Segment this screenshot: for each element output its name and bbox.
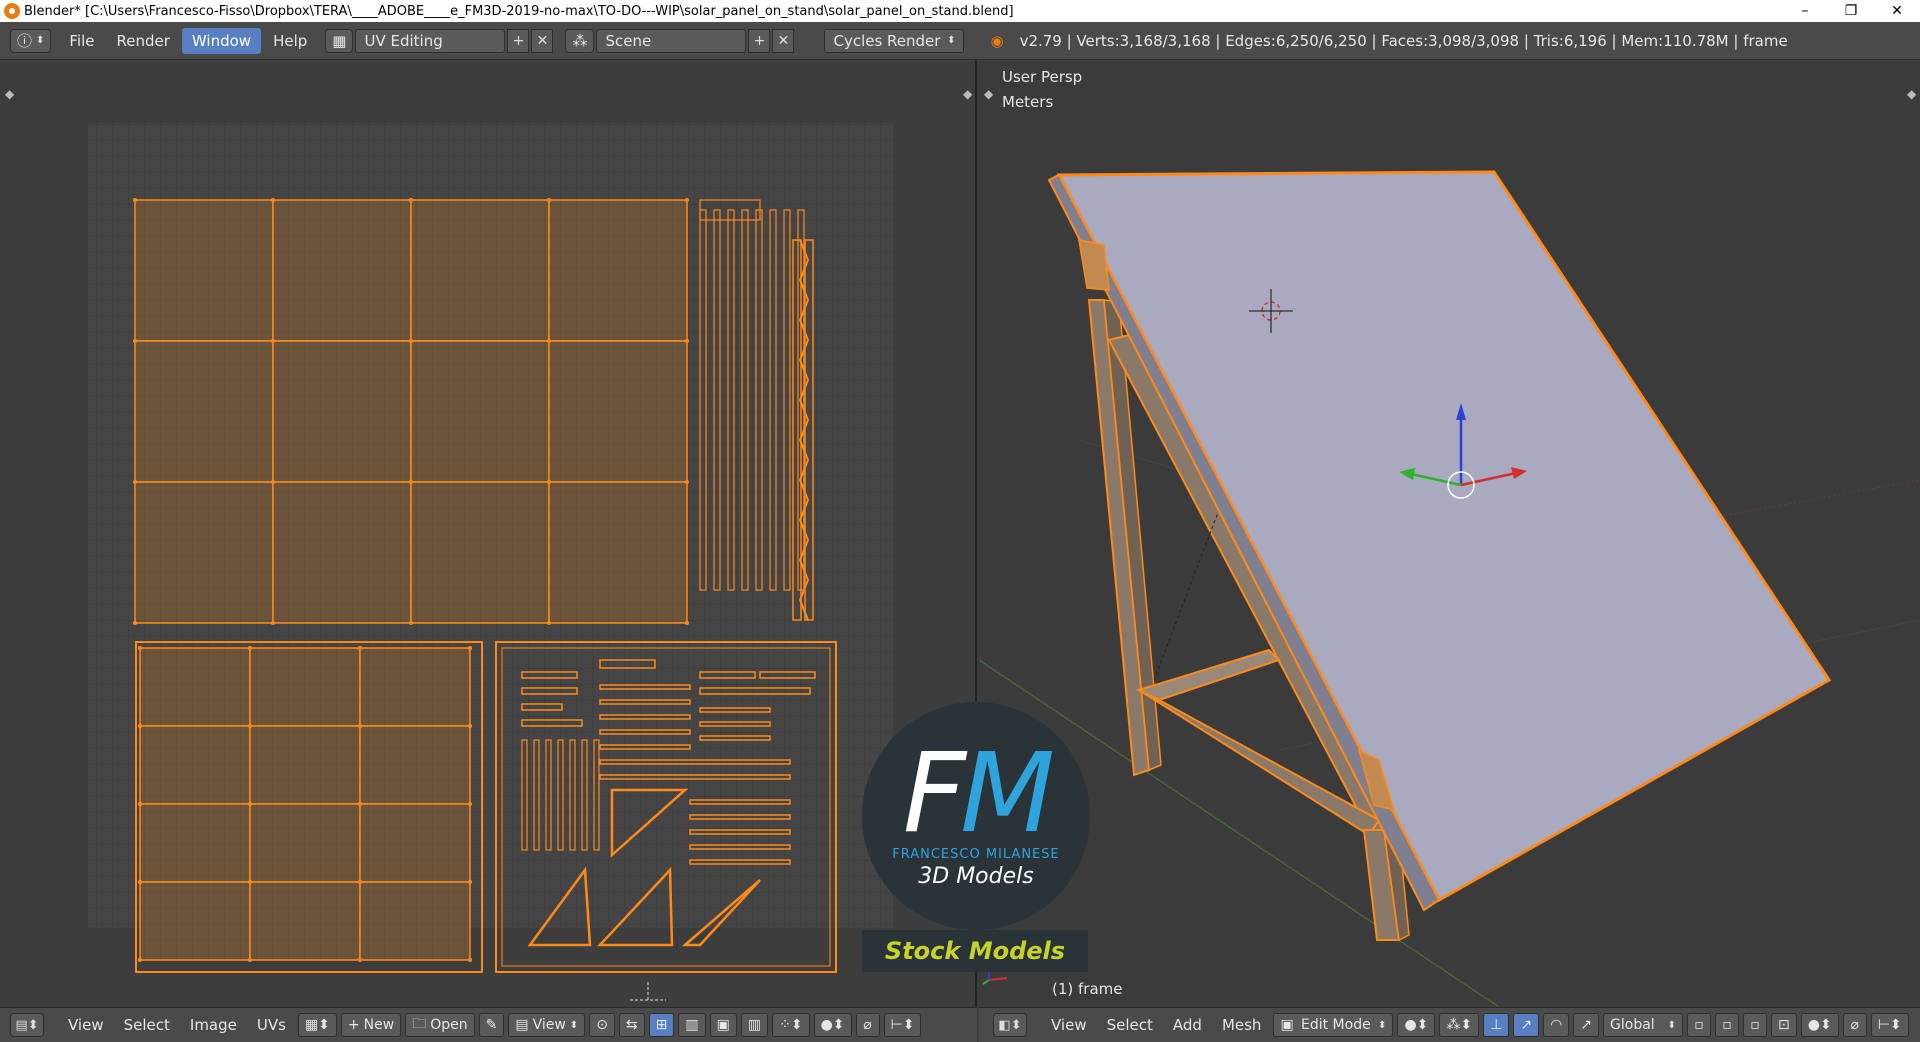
sticky-mode-icon[interactable]: ⁘⬍ (772, 1013, 810, 1037)
view-units-label: Meters (1002, 93, 1054, 111)
image-browse-icon[interactable]: ▦⬍ (297, 1013, 337, 1037)
panel-corner-icon[interactable]: ◆ (984, 87, 994, 101)
info-icon: ⓘ (17, 32, 33, 50)
window-titlebar: Blender* [C:\Users\Francesco-Fisso\Dropb… (0, 0, 1920, 22)
remove-scene-icon[interactable]: ✕ (772, 28, 795, 53)
mode-select[interactable]: ▣ Edit Mode ⬍ (1273, 1013, 1394, 1037)
view3d-menu-mesh[interactable]: Mesh (1214, 1012, 1270, 1038)
uv-menu-view[interactable]: View (60, 1012, 112, 1038)
edge-select-mode-icon[interactable]: ▫ (1715, 1013, 1740, 1037)
snap-element-icon[interactable]: ⊢⬍ (883, 1013, 922, 1037)
scene-field[interactable]: Scene (596, 28, 747, 53)
pivot-icon[interactable]: ⊙ (589, 1013, 615, 1037)
view-mode-label: View (532, 1017, 566, 1033)
view3d-menu-select[interactable]: Select (1099, 1012, 1161, 1038)
translate-manipulator-icon[interactable]: ↗ (1513, 1013, 1540, 1037)
layout-field[interactable]: UV Editing (355, 28, 506, 53)
face-select-icon[interactable]: ▣ (709, 1013, 737, 1037)
fm-watermark-logo: FM FRANCESCO MILANESE 3D Models (862, 702, 1090, 930)
fm-author-name: FRANCESCO MILANESE (892, 847, 1060, 862)
island-select-icon[interactable]: ▥ (740, 1013, 769, 1037)
panel-corner-icon-right[interactable]: ◆ (1907, 87, 1917, 101)
viewport-canvas[interactable]: ◆ ◆ (979, 60, 1920, 1007)
uv-editor-header: ▤⬍ View Select Image UVs ▦⬍ + New 🗀 Open ✎… (0, 1007, 977, 1042)
edit-mode-icon: ▣ (1280, 1017, 1294, 1033)
folder-icon: 🗀 (412, 1016, 427, 1032)
vertex-select-icon[interactable]: ⊞ (648, 1013, 675, 1037)
snap-toggle-icon[interactable]: ⌀ (1842, 1013, 1867, 1037)
render-engine-select[interactable]: Cycles Render ⬍ (824, 28, 965, 53)
orientation-select[interactable]: Global ⬍ (1603, 1013, 1684, 1037)
fm-monogram: FM (902, 729, 1055, 857)
menu-render[interactable]: Render (107, 28, 180, 54)
uv-view-select[interactable]: ▤ View ⬍ (508, 1013, 586, 1037)
pin-icon[interactable]: ✎ (478, 1013, 505, 1037)
open-label: Open (430, 1017, 468, 1033)
window-title: Blender* [C:\Users\Francesco-Fisso\Dropb… (24, 3, 1014, 19)
panel-corner-icon-right[interactable]: ◆ (963, 87, 973, 101)
view-persp-label: User Persp (1002, 68, 1083, 86)
blender-logo-icon (4, 3, 20, 19)
uv-canvas[interactable]: ◆ ◆ (0, 60, 977, 1007)
menu-window[interactable]: Window (181, 27, 262, 54)
shading-icon[interactable]: ●⬍ (1397, 1013, 1436, 1037)
uv-editor-type-icon[interactable]: ▤⬍ (10, 1013, 44, 1037)
pivot-point-icon[interactable]: ⁂⬍ (1439, 1013, 1480, 1037)
menu-help[interactable]: Help (263, 28, 317, 54)
edge-select-icon[interactable]: ▥ (678, 1013, 706, 1037)
active-object-label: (1) frame (1052, 980, 1123, 998)
view3d-menu-view[interactable]: View (1043, 1012, 1095, 1038)
minimize-button[interactable]: – (1782, 0, 1828, 22)
proportional-icon[interactable]: ●⬍ (1800, 1013, 1839, 1037)
uv-menu-select[interactable]: Select (116, 1012, 178, 1038)
solar-panel-mesh[interactable] (1047, 170, 1832, 912)
menu-file[interactable]: File (59, 28, 104, 54)
uv-menu-uvs[interactable]: UVs (249, 1012, 294, 1038)
snap-icon[interactable]: ⌀ (855, 1013, 880, 1037)
new-image-button[interactable]: + New (340, 1013, 402, 1037)
editor-type-selector[interactable]: ⓘ ⬍ (10, 28, 52, 53)
panel-corner-icon[interactable]: ◆ (5, 87, 15, 101)
scene-type-icon[interactable]: ⁂ (565, 28, 595, 53)
render-engine-label: Cycles Render (833, 31, 941, 50)
layout-type-icon[interactable]: ▦ (325, 28, 354, 53)
updown-arrows-icon: ⬍ (36, 35, 45, 46)
rotate-manipulator-icon[interactable]: ◠ (1543, 1013, 1570, 1037)
open-image-button[interactable]: 🗀 Open (405, 1013, 475, 1037)
mode-label: Edit Mode (1301, 1017, 1371, 1033)
face-select-mode-icon[interactable]: ▫ (1743, 1013, 1768, 1037)
uv-menu-image[interactable]: Image (182, 1012, 245, 1038)
sync-selection-icon[interactable]: ⇆ (618, 1013, 645, 1037)
new-label: New (363, 1017, 395, 1033)
restore-button[interactable]: ❐ (1828, 0, 1874, 22)
add-scene-icon[interactable]: + (748, 28, 771, 53)
scale-manipulator-icon[interactable]: ↗ (1573, 1013, 1600, 1037)
scene-stats: v2.79 | Verts:3,168/3,168 | Edges:6,250/… (1019, 31, 1788, 50)
vertex-select-mode-icon[interactable]: ▫ (1687, 1013, 1712, 1037)
3d-viewport[interactable]: ◆ ◆ User Persp Meters (1) frame (979, 60, 1920, 1007)
2d-cursor-icon (630, 982, 666, 1001)
stock-models-banner: Stock Models (862, 930, 1088, 972)
fm-tagline: 3D Models (918, 864, 1034, 889)
view3d-header: ◧⬍ View Select Add Mesh ▣ Edit Mode ⬍ ●⬍ ⁂… (979, 1007, 1920, 1042)
limit-selection-icon[interactable]: ⊡ (1771, 1013, 1797, 1037)
snap-target-icon[interactable]: ⊢⬍ (1870, 1013, 1909, 1037)
add-layout-icon[interactable]: + (507, 28, 530, 53)
mini-axis-icon (982, 970, 1008, 985)
view3d-menu-add[interactable]: Add (1165, 1012, 1210, 1038)
proportional-edit-icon[interactable]: ●⬍ (813, 1013, 852, 1037)
blender-small-icon: ◉ (990, 31, 1004, 50)
close-button[interactable]: ✕ (1874, 0, 1920, 22)
manipulator-toggle-icon[interactable]: ⊥ (1483, 1013, 1510, 1037)
remove-layout-icon[interactable]: ✕ (531, 28, 554, 53)
dropdown-arrows-icon: ⬍ (947, 35, 956, 46)
view3d-editor-type-icon[interactable]: ◧⬍ (993, 1013, 1027, 1037)
view-mode-icon: ▤ (515, 1017, 529, 1033)
plus-icon: + (347, 1017, 360, 1033)
info-header: ⓘ ⬍ File Render Window Help ▦ UV Editing… (0, 22, 1920, 60)
uv-editor[interactable]: ◆ ◆ (0, 60, 977, 1007)
orientation-label: Global (1610, 1017, 1655, 1033)
